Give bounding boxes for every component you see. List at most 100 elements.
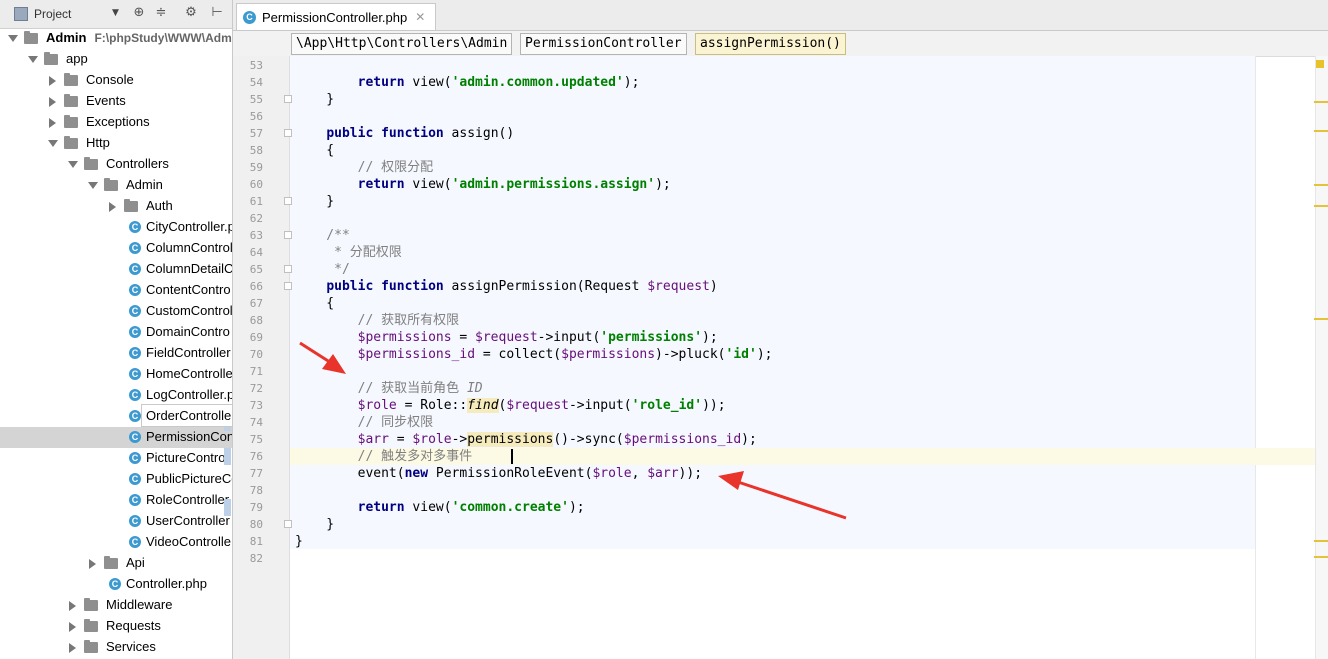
code-line[interactable]: 75 $arr = $role->permissions()->sync($pe… <box>250 431 1328 448</box>
breadcrumb-method[interactable]: assignPermission() <box>695 33 846 55</box>
code-line[interactable]: 60 return view('admin.permissions.assign… <box>250 176 1328 193</box>
tree-folder-item[interactable]: Controllers <box>0 154 232 175</box>
project-title[interactable]: Project <box>34 7 71 21</box>
code-line[interactable]: 71 <box>250 363 1328 380</box>
fold-icon[interactable] <box>284 95 292 103</box>
tree-file-item[interactable]: C PublicPictureCo <box>0 469 232 490</box>
code-line[interactable]: 72 // 获取当前角色 ID <box>250 380 1328 397</box>
tree-folder-item[interactable]: Auth <box>0 196 232 217</box>
tree-folder-item[interactable]: Admin <box>0 175 232 196</box>
chevron-down-icon[interactable] <box>68 161 78 168</box>
tree-file-item[interactable]: C PictureControll <box>0 448 232 469</box>
code-line[interactable]: 78 <box>250 482 1328 499</box>
code-line[interactable]: 68 // 获取所有权限 <box>250 312 1328 329</box>
chevron-right-icon[interactable] <box>49 118 56 128</box>
tree-file-item[interactable]: C LogController.p <box>0 385 232 406</box>
chevron-right-icon[interactable] <box>49 97 56 107</box>
collapse-icon[interactable]: ≑ <box>154 6 168 20</box>
chevron-right-icon[interactable] <box>69 601 76 611</box>
gear-icon[interactable]: ⚙ <box>184 6 198 20</box>
chevron-right-icon[interactable] <box>69 622 76 632</box>
vcs-change-marker[interactable] <box>224 499 231 516</box>
code-line[interactable]: 63 /** <box>250 227 1328 244</box>
code-line[interactable]: 70 $permissions_id = collect($permission… <box>250 346 1328 363</box>
tree-file-item[interactable]: C CityController.p <box>0 217 232 238</box>
inspection-status-icon[interactable] <box>1316 60 1324 68</box>
tree-folder-item[interactable]: Services <box>0 637 232 658</box>
line-number: 55 <box>249 93 263 106</box>
tree-file-item[interactable]: C Controller.php <box>0 574 232 595</box>
chevron-right-icon[interactable] <box>69 643 76 653</box>
tree-file-item[interactable]: C ColumnControl <box>0 238 232 259</box>
hide-icon[interactable]: ⊢ <box>210 6 224 20</box>
code-line[interactable]: 54 return view('admin.common.updated'); <box>250 74 1328 91</box>
tree-folder-item[interactable]: Api <box>0 553 232 574</box>
code-line[interactable]: 67 { <box>250 295 1328 312</box>
code-line[interactable]: 73 $role = Role::find($request->input('r… <box>250 397 1328 414</box>
breadcrumb-namespace[interactable]: \App\Http\Controllers\Admin <box>291 33 513 55</box>
chevron-right-icon[interactable] <box>109 202 116 212</box>
tree-file-item[interactable]: C ColumnDetailC <box>0 259 232 280</box>
code-line[interactable]: 62 <box>250 210 1328 227</box>
tab-permission-controller[interactable]: C PermissionController.php ✕ <box>236 3 437 30</box>
tree-file-item[interactable]: C RoleController. <box>0 490 232 511</box>
breadcrumb-class[interactable]: PermissionController <box>520 33 687 55</box>
fold-icon[interactable] <box>284 129 292 137</box>
code-line[interactable]: 76 // 触发多对多事件 <box>224 448 1328 465</box>
tree-folder-item[interactable]: Middleware <box>0 595 232 616</box>
close-icon[interactable]: ✕ <box>415 10 425 24</box>
code-line[interactable]: 79 return view('common.create'); <box>224 499 1328 516</box>
fold-icon[interactable] <box>284 520 292 528</box>
code-line[interactable]: 66 public function assignPermission(Requ… <box>250 278 1328 295</box>
tree-folder-item[interactable]: Exceptions <box>0 112 232 133</box>
chevron-down-icon[interactable] <box>48 140 58 147</box>
chevron-right-icon[interactable] <box>89 559 96 569</box>
code-line[interactable]: 53 <box>250 57 1328 74</box>
tree-folder-item[interactable]: Events <box>0 91 232 112</box>
tree-file-item[interactable]: C ContentContro <box>0 280 232 301</box>
code-line[interactable]: 65 */ <box>250 261 1328 278</box>
code-text: $role = Role::find($request->input('role… <box>357 398 726 413</box>
tree-folder-item[interactable]: Http <box>0 133 232 154</box>
tree-file-item[interactable]: C UserController <box>0 511 232 532</box>
tree-file-item[interactable]: C VideoControlle <box>0 532 232 553</box>
fold-icon[interactable] <box>284 282 292 290</box>
fold-icon[interactable] <box>284 197 292 205</box>
tree-file-item[interactable]: C PermissionCon <box>0 427 232 448</box>
code-text: // 获取所有权限 <box>357 313 460 328</box>
error-stripe[interactable] <box>1315 56 1328 659</box>
code-line[interactable]: 58 { <box>250 142 1328 159</box>
fold-icon[interactable] <box>284 265 292 273</box>
code-editor[interactable]: 53 54 return view('admin.common.updated')… <box>224 56 1328 659</box>
chevron-down-icon[interactable] <box>88 182 98 189</box>
tree-file-item[interactable]: C CustomControl <box>0 301 232 322</box>
code-line[interactable]: 61 } <box>250 193 1328 210</box>
chevron-down-icon[interactable] <box>28 56 38 63</box>
tree-file-item[interactable]: C FieldController <box>0 343 232 364</box>
code-line[interactable]: 59 // 权限分配 <box>250 159 1328 176</box>
code-line[interactable]: 55 } <box>250 91 1328 108</box>
tree-folder-item[interactable]: Requests <box>0 616 232 637</box>
code-line[interactable]: 74 // 同步权限 <box>224 414 1328 431</box>
code-line[interactable]: 81} <box>250 533 1328 550</box>
tree-file-item[interactable]: C DomainContro <box>0 322 232 343</box>
code-line[interactable]: 82 <box>250 550 1328 567</box>
target-icon[interactable]: ⊕ <box>132 6 146 20</box>
folder-icon <box>124 199 138 212</box>
code-line[interactable]: 69 $permissions = $request->input('permi… <box>250 329 1328 346</box>
tree-folder-item[interactable]: Console <box>0 70 232 91</box>
code-line[interactable]: 77 event(new PermissionRoleEvent($role, … <box>250 465 1328 482</box>
code-line[interactable]: 57 public function assign() <box>250 125 1328 142</box>
tree-file-item[interactable]: C HomeControlle <box>0 364 232 385</box>
chevron-down-icon[interactable]: ▼ <box>112 8 119 18</box>
tree-folder-item[interactable]: Admin F:\phpStudy\WWW\Adm <box>0 28 232 49</box>
code-line[interactable]: 64 * 分配权限 <box>250 244 1328 261</box>
fold-icon[interactable] <box>284 231 292 239</box>
code-text: /** <box>295 228 350 243</box>
code-line[interactable]: 80 } <box>250 516 1328 533</box>
code-line[interactable]: 56 <box>250 108 1328 125</box>
chevron-down-icon[interactable] <box>8 35 18 42</box>
vcs-change-marker[interactable] <box>224 448 231 465</box>
chevron-right-icon[interactable] <box>49 76 56 86</box>
tree-folder-item[interactable]: app <box>0 49 232 70</box>
